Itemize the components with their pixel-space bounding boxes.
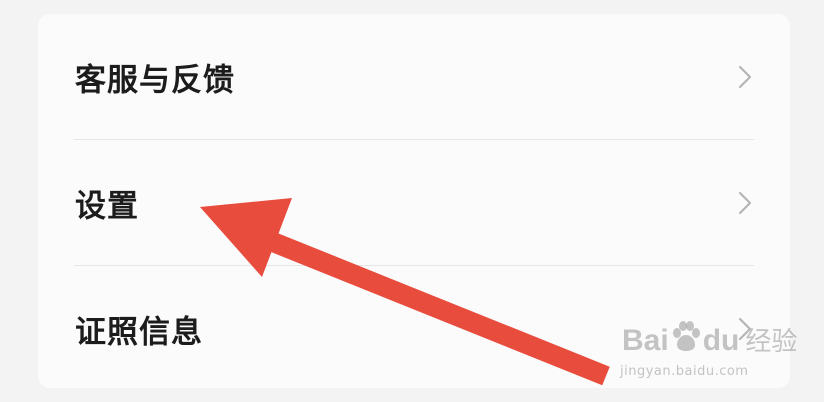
chevron-right-icon <box>738 65 752 88</box>
chevron-right-icon <box>738 191 752 214</box>
settings-menu-card: 客服与反馈 设置 证照信息 <box>38 14 790 388</box>
menu-item-label: 设置 <box>75 188 139 224</box>
menu-item-label: 证照信息 <box>75 314 203 350</box>
menu-item-license-info[interactable]: 证照信息 <box>38 266 790 391</box>
menu-item-settings[interactable]: 设置 <box>38 140 790 265</box>
menu-item-customer-service-feedback[interactable]: 客服与反馈 <box>38 14 790 139</box>
menu-item-label: 客服与反馈 <box>75 62 235 98</box>
chevron-right-icon <box>738 317 752 340</box>
